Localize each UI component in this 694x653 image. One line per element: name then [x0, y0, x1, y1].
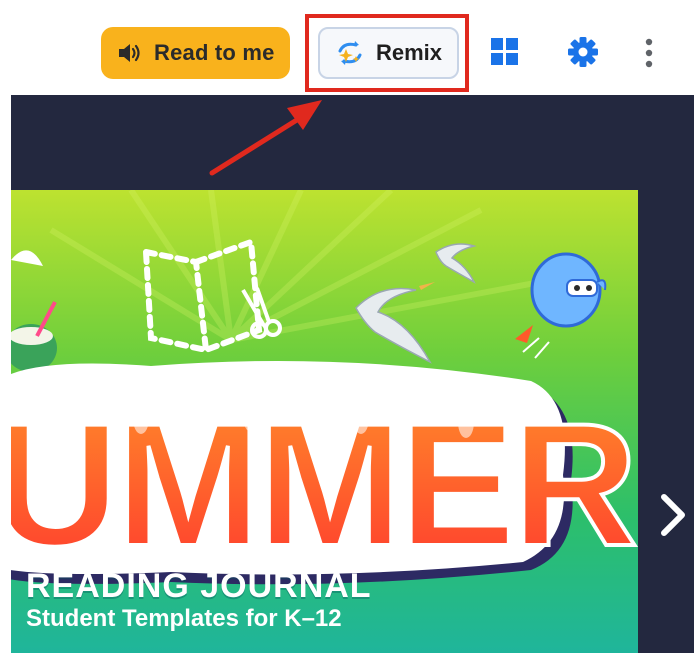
remix-sparkle-icon	[338, 41, 362, 65]
read-to-me-label: Read to me	[154, 40, 275, 65]
remix-label: Remix	[376, 40, 443, 65]
remix-button[interactable]: Remix	[318, 27, 459, 79]
cover-subtitle: READING JOURNAL	[26, 567, 372, 605]
more-vertical-icon[interactable]	[638, 36, 660, 70]
cover-tagline: Student Templates for K–12	[26, 605, 342, 632]
summer-title-letters: UMMER	[11, 361, 638, 585]
left-rail	[0, 0, 11, 653]
speaker-icon	[119, 44, 140, 62]
grid-icon[interactable]	[490, 37, 520, 67]
cover-title: UMMER	[11, 388, 635, 583]
gear-icon[interactable]	[566, 35, 600, 69]
chevron-right-icon[interactable]	[655, 490, 691, 540]
read-to-me-button[interactable]: Read to me	[101, 27, 290, 79]
